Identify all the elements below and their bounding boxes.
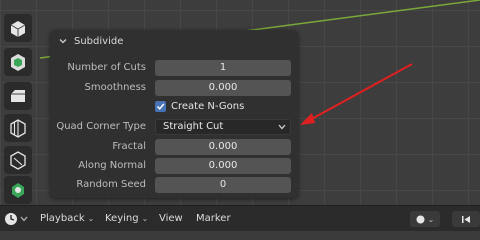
create-ngons-checkbox[interactable] — [155, 101, 166, 112]
number-of-cuts-field[interactable]: 1 — [155, 60, 291, 76]
random-seed-row: Random Seed 0 — [50, 177, 298, 193]
record-icon — [416, 215, 425, 223]
random-seed-field[interactable]: 0 — [155, 177, 291, 193]
number-of-cuts-label: Number of Cuts — [67, 62, 146, 73]
keying-menu[interactable]: Keying ⌄ — [105, 206, 148, 232]
smoothness-row: Smoothness 0.000 — [50, 80, 298, 96]
extrude-region-icon — [10, 21, 26, 37]
tool-loop-cut[interactable] — [4, 114, 32, 142]
tool-inset[interactable] — [4, 48, 32, 76]
view-menu[interactable]: View — [159, 206, 183, 232]
panel-header[interactable]: Subdivide — [50, 30, 298, 52]
smoothness-label: Smoothness — [84, 82, 147, 93]
tool-bevel[interactable] — [4, 82, 32, 110]
playback-label: Playback — [40, 213, 85, 224]
chevron-down-icon: ⌄ — [427, 214, 435, 224]
poly-build-icon — [12, 183, 24, 198]
chevron-down-icon: ⌄ — [141, 214, 149, 223]
timeline-header: Playback ⌄ Keying ⌄ View Marker ⌄ — [0, 205, 480, 231]
along-normal-field[interactable]: 0.000 — [155, 158, 291, 174]
editor-type-selector[interactable] — [4, 211, 28, 227]
chevron-down-icon — [59, 39, 67, 44]
bevel-icon — [11, 90, 25, 102]
panel-title: Subdivide — [74, 35, 124, 47]
fractal-row: Fractal 0.000 — [50, 139, 298, 155]
clock-icon — [5, 213, 17, 225]
knife-icon — [10, 151, 26, 170]
quad-corner-type-value: Straight Cut — [163, 121, 224, 132]
quad-corner-type-label: Quad Corner Type — [56, 121, 146, 132]
quad-corner-type-dropdown[interactable]: Straight Cut — [155, 119, 291, 135]
number-of-cuts-row: Number of Cuts 1 — [50, 60, 298, 76]
create-ngons-toggle[interactable]: Create N-Gons — [155, 99, 295, 115]
subdivide-operator-panel: Subdivide Number of Cuts 1 Smoothness 0.… — [50, 30, 298, 198]
smoothness-field[interactable]: 0.000 — [155, 80, 291, 96]
along-normal-row: Along Normal 0.000 — [50, 158, 298, 174]
jump-to-start-icon — [462, 215, 470, 223]
fractal-label: Fractal — [112, 141, 146, 152]
random-seed-label: Random Seed — [76, 179, 146, 190]
view-label: View — [159, 213, 183, 224]
playback-menu[interactable]: Playback ⌄ — [40, 206, 94, 232]
checkmark-icon — [156, 103, 165, 110]
tool-poly-build[interactable] — [4, 176, 32, 204]
create-ngons-label: Create N-Gons — [171, 101, 245, 112]
marker-label: Marker — [196, 213, 231, 224]
inset-faces-icon — [11, 54, 25, 71]
tool-extrude[interactable] — [4, 14, 32, 42]
along-normal-label: Along Normal — [78, 160, 146, 171]
tool-knife[interactable] — [4, 146, 32, 174]
chevron-down-icon — [20, 216, 28, 222]
tool-shelf — [0, 0, 38, 205]
fractal-field[interactable]: 0.000 — [155, 139, 291, 155]
marker-menu[interactable]: Marker — [196, 206, 231, 232]
auto-keying-toggle[interactable]: ⌄ — [410, 211, 440, 227]
chevron-down-icon: ⌄ — [87, 214, 95, 223]
keying-label: Keying — [105, 213, 139, 224]
loop-cut-icon — [10, 119, 26, 138]
chevron-down-icon — [278, 124, 286, 130]
jump-to-start-button[interactable] — [452, 211, 480, 227]
quad-corner-type-row: Quad Corner Type Straight Cut — [50, 119, 298, 135]
